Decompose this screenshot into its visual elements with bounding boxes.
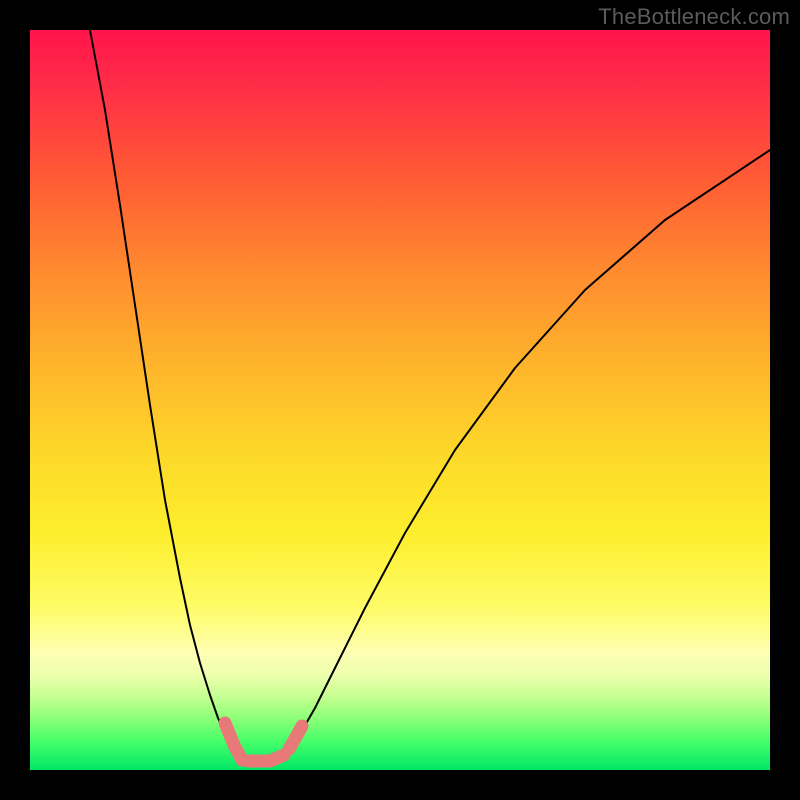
chart-frame: TheBottleneck.com	[0, 0, 800, 800]
bottleneck-curve	[90, 30, 770, 762]
highlight-marker	[234, 745, 242, 760]
highlight-marker	[296, 726, 302, 737]
plot-area	[30, 30, 770, 770]
curve-layer	[30, 30, 770, 770]
highlight-marker	[270, 755, 284, 761]
watermark-text: TheBottleneck.com	[598, 4, 790, 30]
